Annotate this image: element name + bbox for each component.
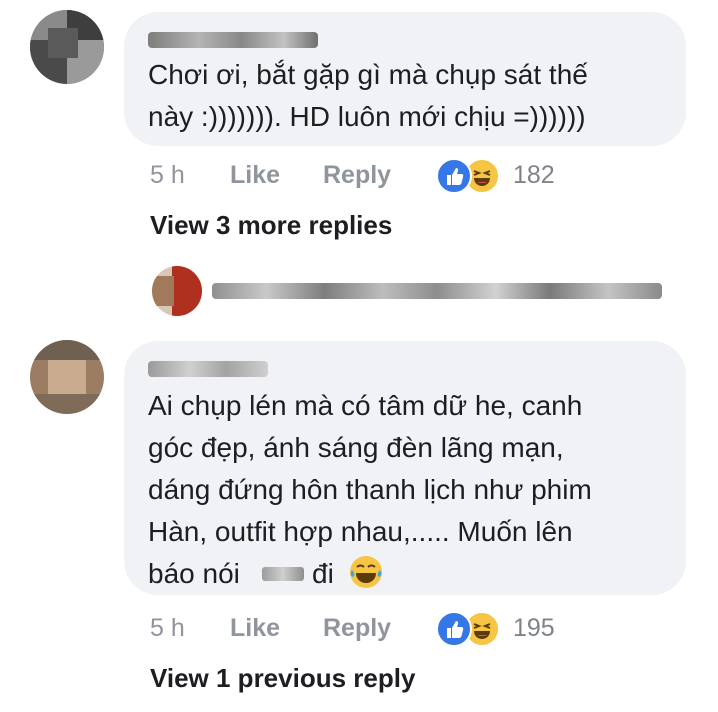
reply-preview-blurred[interactable] bbox=[212, 283, 662, 299]
view-previous-reply-link[interactable]: View 1 previous reply bbox=[150, 663, 415, 694]
commenter-name-blurred[interactable] bbox=[148, 32, 318, 48]
blurred-word bbox=[262, 567, 304, 581]
commenter-name-blurred[interactable] bbox=[148, 361, 268, 377]
comment-text-line: Ai chụp lén mà có tâm dữ he, canh bbox=[148, 390, 583, 421]
laughing-tears-emoji bbox=[348, 554, 384, 590]
like-button[interactable]: Like bbox=[230, 614, 280, 643]
like-reaction-icon[interactable] bbox=[436, 158, 472, 194]
comment-timestamp[interactable]: 5 h bbox=[150, 161, 185, 190]
comment-text-line: dáng đứng hôn thanh lịch như phim bbox=[148, 474, 592, 505]
comment-text-line: đi bbox=[312, 558, 334, 589]
reply-avatar[interactable] bbox=[152, 266, 202, 316]
comment-text-line: Hàn, outfit hợp nhau,..... Muốn lên bbox=[148, 516, 573, 547]
commenter-avatar[interactable] bbox=[30, 340, 104, 414]
comment-text-line: Chơi ơi, bắt gặp gì mà chụp sát thế bbox=[148, 59, 588, 90]
reply-button[interactable]: Reply bbox=[323, 161, 391, 190]
reply-button[interactable]: Reply bbox=[323, 614, 391, 643]
comment-text-line: này :))))))). HD luôn mới chịu =)))))) bbox=[148, 101, 586, 132]
view-more-replies-link[interactable]: View 3 more replies bbox=[150, 210, 392, 241]
comment-text-line: báo nói bbox=[148, 558, 240, 589]
like-button[interactable]: Like bbox=[230, 161, 280, 190]
commenter-avatar[interactable] bbox=[30, 10, 104, 84]
comment-text-line: góc đẹp, ánh sáng đèn lãng mạn, bbox=[148, 432, 564, 463]
comment-timestamp[interactable]: 5 h bbox=[150, 614, 185, 643]
reaction-count[interactable]: 195 bbox=[513, 614, 555, 643]
like-reaction-icon[interactable] bbox=[436, 611, 472, 647]
reaction-count[interactable]: 182 bbox=[513, 161, 555, 190]
